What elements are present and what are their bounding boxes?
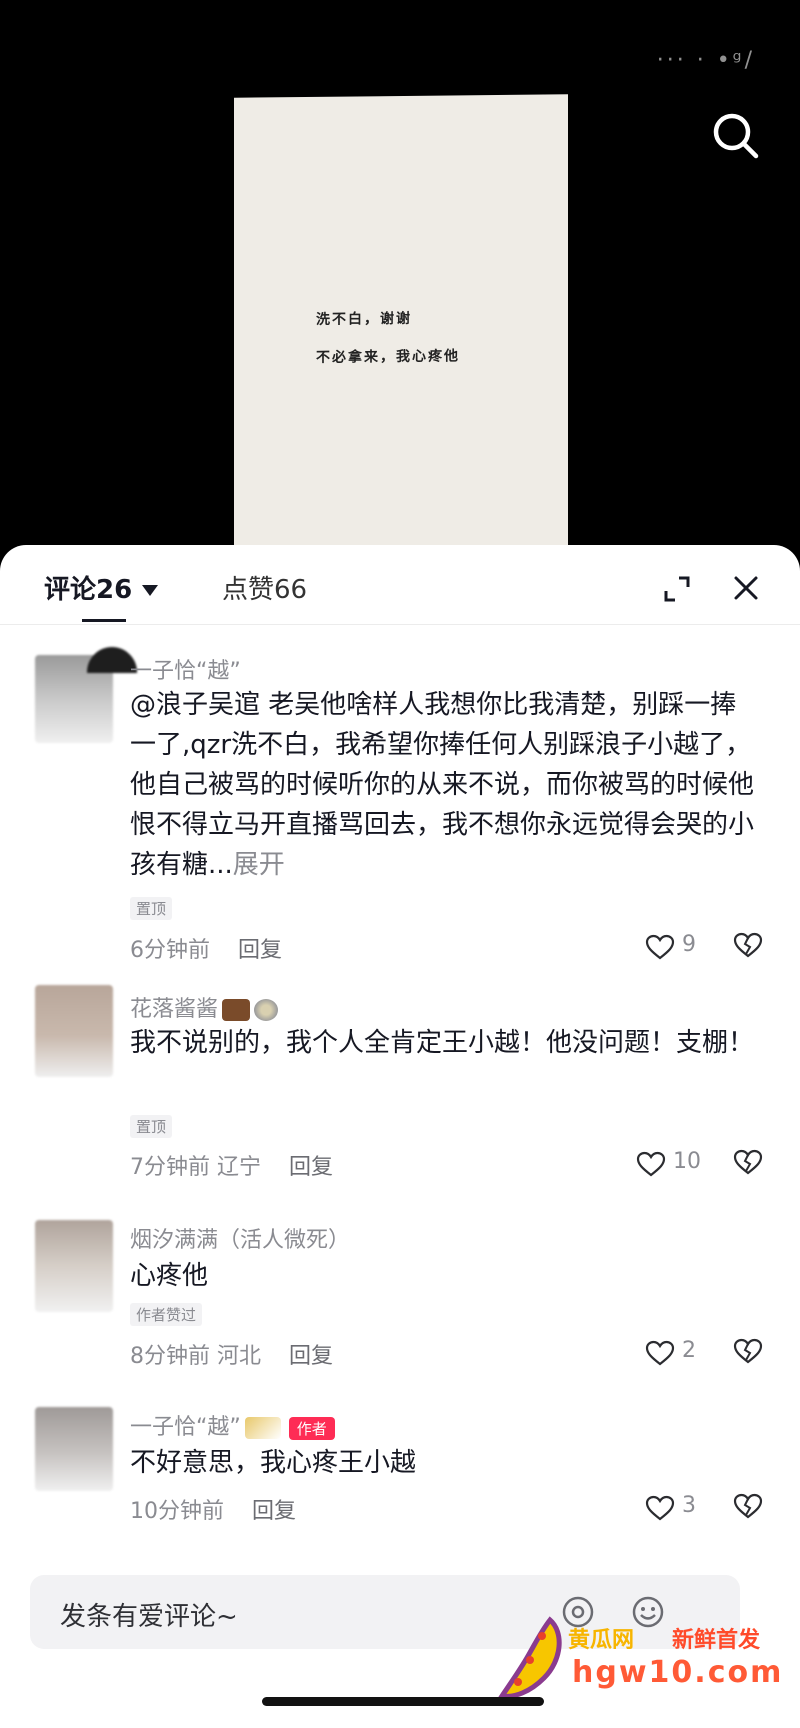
comment-item: 烟汐满满（活人微死） 心疼他 作者赞过 8分钟前 河北 回复 2 (0, 1220, 800, 1400)
like-button[interactable]: 3 (645, 1493, 725, 1523)
comment-sheet: 评论26 点赞66 一子恰“越” @浪子吴逭 老吴他啥样人我想你比我清楚，别踩一… (0, 545, 800, 1728)
sticker-emoji-icon (244, 1417, 281, 1439)
avatar[interactable] (35, 985, 113, 1077)
comment-text[interactable]: 我不说别的，我个人全肯定王小越！他没问题！支棚！ (130, 1023, 760, 1063)
broken-heart-icon (733, 1338, 763, 1364)
dislike-button[interactable] (733, 1493, 763, 1523)
watermark-url: hgw10.com (572, 1655, 784, 1690)
video-player[interactable]: ··· · •ᵍ/ 洗不白，谢谢 不必拿来，我心疼他 (0, 0, 800, 578)
comment-input-placeholder: 发条有爱评论~ (60, 1602, 238, 1632)
like-count: 9 (682, 932, 696, 957)
emoji-icon[interactable] (630, 1594, 666, 1630)
author-badge: 作者 (288, 1416, 335, 1440)
comment-username[interactable]: 花落酱酱 (130, 991, 279, 1023)
comment-time: 6分钟前 (130, 938, 210, 963)
reply-button[interactable]: 回复 (289, 1344, 333, 1369)
like-button[interactable]: 9 (645, 932, 725, 962)
comment-time: 8分钟前 河北 (130, 1344, 261, 1369)
dislike-button[interactable] (733, 1149, 763, 1179)
like-button[interactable]: 10 (636, 1149, 716, 1179)
comment-time: 7分钟前 辽宁 (130, 1155, 261, 1180)
bowl-emoji-icon (254, 999, 279, 1021)
reply-button[interactable]: 回复 (252, 1499, 296, 1524)
video-frame-paper: 洗不白，谢谢 不必拿来，我心疼他 (234, 94, 568, 578)
comment-meta: 6分钟前 回复 (130, 932, 282, 964)
username-text: 烟汐满满（活人微死） (130, 1228, 351, 1253)
broken-heart-icon (733, 1493, 763, 1519)
comment-meta: 8分钟前 河北 回复 (130, 1338, 333, 1370)
search-icon[interactable] (710, 110, 762, 162)
paper-note-line-1: 洗不白，谢谢 (316, 310, 412, 328)
comment-username[interactable]: 一子恰“越” 作者 (130, 1409, 335, 1441)
avatar[interactable] (35, 647, 137, 743)
comment-item: 一子恰“越” @浪子吴逭 老吴他啥样人我想你比我清楚，别踩一捧一了,qzr洗不白… (0, 645, 800, 1025)
home-indicator[interactable] (262, 1697, 544, 1706)
dislike-button[interactable] (733, 1338, 763, 1368)
comment-time: 10分钟前 (130, 1499, 224, 1524)
like-count: 10 (673, 1149, 701, 1174)
bento-emoji-icon (222, 999, 251, 1021)
expand-more-link[interactable]: 展开 (233, 850, 285, 880)
close-icon[interactable] (733, 575, 759, 601)
active-tab-indicator (82, 619, 126, 622)
reply-button[interactable]: 回复 (289, 1155, 333, 1180)
comment-tabs: 评论26 点赞66 (0, 545, 800, 625)
heart-icon (645, 1340, 675, 1366)
avatar[interactable] (35, 1220, 113, 1312)
like-count: 2 (682, 1338, 696, 1363)
dislike-button[interactable] (733, 932, 763, 962)
comment-meta: 7分钟前 辽宁 回复 (130, 1149, 333, 1181)
watermark-slogan: 新鲜首发 (672, 1628, 761, 1653)
heart-icon (636, 1151, 666, 1177)
comment-meta: 10分钟前 回复 (130, 1493, 296, 1525)
reply-button[interactable]: 回复 (238, 938, 282, 963)
comment-item: 一子恰“越” 作者 不好意思，我心疼王小越 10分钟前 回复 3 (0, 1407, 800, 1567)
comment-tag: 作者赞过 (130, 1303, 203, 1326)
tab-comments[interactable]: 评论26 (44, 569, 159, 606)
username-text: 一子恰“越” (130, 659, 241, 684)
comment-item: 花落酱酱 我不说别的，我个人全肯定王小越！他没问题！支棚！ 置顶 7分钟前 辽宁… (0, 985, 800, 1205)
comment-text[interactable]: 心疼他 (130, 1256, 760, 1296)
watermark-cucumber-logo (490, 1612, 574, 1704)
chevron-down-icon (142, 585, 159, 596)
broken-heart-icon (733, 1149, 763, 1175)
tab-comments-label: 评论26 (44, 575, 133, 605)
expand-icon[interactable] (663, 575, 691, 603)
username-text: 花落酱酱 (130, 997, 219, 1022)
comment-tag: 置顶 (130, 1115, 173, 1138)
comment-text[interactable]: @浪子吴逭 老吴他啥样人我想你比我清楚，别踩一捧一了,qzr洗不白，我希望你捧任… (130, 685, 760, 885)
username-text: 一子恰“越” (130, 1415, 241, 1440)
like-count: 3 (682, 1493, 696, 1518)
like-button[interactable]: 2 (645, 1338, 725, 1368)
mention-link[interactable]: @浪子吴逭 (130, 690, 260, 720)
comment-tag: 置顶 (130, 897, 173, 920)
watermark-name: 黄瓜网 (568, 1628, 635, 1653)
broken-heart-icon (733, 932, 763, 958)
avatar[interactable] (35, 1407, 113, 1491)
heart-icon (645, 934, 675, 960)
heart-icon (645, 1495, 675, 1521)
status-bar-text: ··· · •ᵍ/ (656, 48, 755, 73)
tab-likes[interactable]: 点赞66 (222, 569, 307, 606)
comment-text[interactable]: 不好意思，我心疼王小越 (130, 1443, 760, 1483)
paper-note-line-2: 不必拿来，我心疼他 (316, 348, 460, 366)
comment-username[interactable]: 一子恰“越” (130, 653, 241, 685)
comment-username[interactable]: 烟汐满满（活人微死） (130, 1222, 350, 1254)
